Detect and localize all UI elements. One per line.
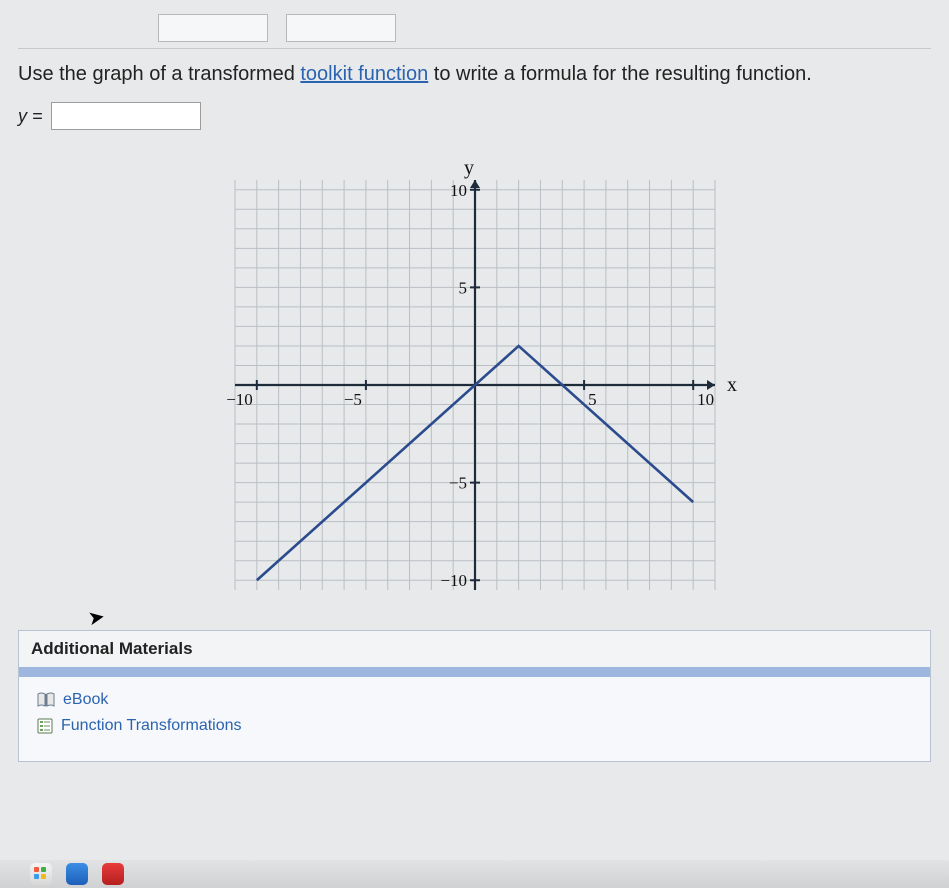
previous-answer-row [18, 14, 931, 42]
toolkit-function-link[interactable]: toolkit function [300, 63, 428, 85]
svg-text:10: 10 [697, 390, 714, 409]
svg-text:5: 5 [588, 390, 597, 409]
answer-input[interactable] [51, 102, 201, 130]
materials-item-transformations[interactable]: Function Transformations [37, 713, 912, 739]
prev-input-1[interactable] [158, 14, 268, 42]
materials-divider [19, 667, 930, 677]
dock-app-3[interactable] [102, 863, 124, 885]
svg-text:10: 10 [450, 181, 467, 200]
materials-item-ebook[interactable]: eBook [37, 687, 912, 713]
separator [18, 48, 931, 49]
book-icon [37, 692, 55, 708]
answer-row: y = [18, 102, 931, 130]
prompt-text-pre: Use the graph of a transformed [18, 63, 300, 85]
materials-header: Additional Materials [19, 631, 930, 667]
chart: −10 −5 5 10 −10 −5 5 10 x y [195, 140, 755, 620]
svg-text:−10: −10 [226, 390, 253, 409]
svg-text:x: x [727, 374, 737, 396]
question-prompt: Use the graph of a transformed toolkit f… [18, 63, 931, 86]
dock-app-finder[interactable] [30, 863, 52, 885]
svg-text:−10: −10 [440, 571, 467, 590]
prev-input-2[interactable] [286, 14, 396, 42]
svg-text:y: y [464, 157, 474, 179]
additional-materials: Additional Materials eBook [18, 630, 931, 762]
answer-label: y = [18, 106, 43, 127]
list-icon [37, 718, 53, 734]
svg-text:−5: −5 [448, 474, 466, 493]
svg-text:−5: −5 [343, 390, 361, 409]
dock [0, 860, 949, 888]
materials-item-label[interactable]: Function Transformations [61, 717, 242, 735]
prompt-text-post: to write a formula for the resulting fun… [428, 63, 812, 85]
materials-item-label[interactable]: eBook [63, 691, 108, 709]
dock-app-2[interactable] [66, 863, 88, 885]
svg-text:5: 5 [458, 278, 467, 297]
